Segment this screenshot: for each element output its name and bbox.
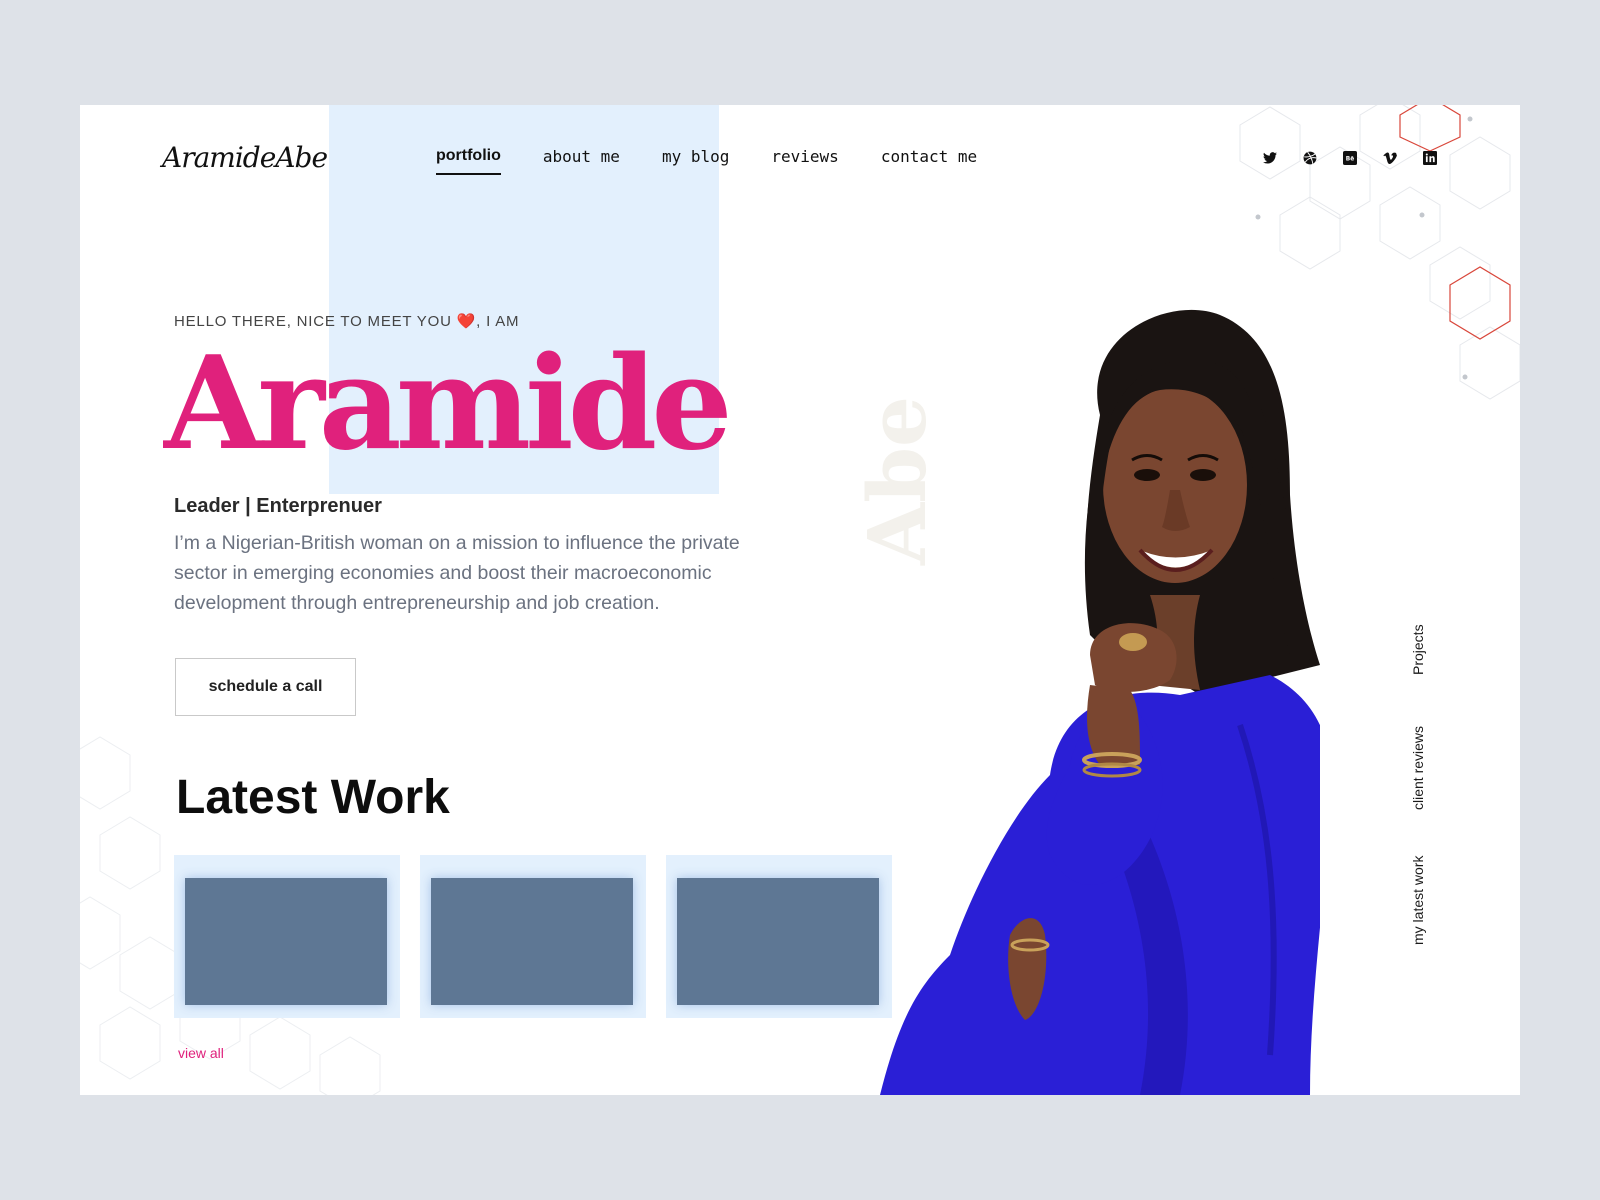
nav-item-about-me[interactable]: about me — [543, 147, 620, 175]
nav-item-reviews[interactable]: reviews — [771, 147, 838, 175]
portfolio-page: AramideAbe portfolio about me my blog re… — [80, 105, 1520, 1095]
vimeo-icon[interactable] — [1383, 151, 1397, 165]
side-link-client-reviews[interactable]: client reviews — [1410, 726, 1426, 810]
hero-greeting: HELLO THERE, NICE TO MEET YOU ❤️, I AM — [174, 312, 519, 330]
behance-icon[interactable]: Bē — [1343, 151, 1357, 165]
nav-item-contact-me[interactable]: contact me — [881, 147, 977, 175]
portrait-photo — [880, 309, 1320, 1095]
site-logo[interactable]: AramideAbe — [162, 141, 328, 174]
svg-text:Bē: Bē — [1346, 156, 1354, 162]
hero-name: Aramide — [164, 329, 733, 479]
hero-bio: I’m a Nigerian-British woman on a missio… — [174, 532, 740, 614]
main-nav: portfolio about me my blog reviews conta… — [436, 147, 977, 175]
work-card-1[interactable] — [174, 855, 400, 1018]
schedule-call-button[interactable]: schedule a call — [175, 658, 356, 716]
nav-item-my-blog[interactable]: my blog — [662, 147, 729, 175]
view-all-link[interactable]: view all — [178, 1045, 224, 1061]
nav-item-portfolio[interactable]: portfolio — [436, 147, 501, 175]
side-link-my-latest-work[interactable]: my latest work — [1410, 856, 1426, 945]
twitter-icon[interactable] — [1263, 151, 1277, 165]
latest-work-title: Latest Work — [176, 771, 450, 824]
work-thumbnail[interactable] — [185, 878, 387, 1005]
work-thumbnail[interactable] — [431, 878, 633, 1005]
work-card-2[interactable] — [420, 855, 646, 1018]
greeting-suffix: , I AM — [476, 313, 520, 330]
social-links: Bē — [1263, 151, 1437, 165]
dribbble-icon[interactable] — [1303, 151, 1317, 165]
hero-subtitle: Leader | Enterprenuer — [174, 495, 382, 517]
linkedin-icon[interactable] — [1423, 151, 1437, 165]
greeting-prefix: HELLO THERE, NICE TO MEET YOU — [174, 313, 452, 330]
heart-icon: ❤️ — [456, 313, 477, 330]
side-link-projects[interactable]: Projects — [1410, 624, 1426, 675]
